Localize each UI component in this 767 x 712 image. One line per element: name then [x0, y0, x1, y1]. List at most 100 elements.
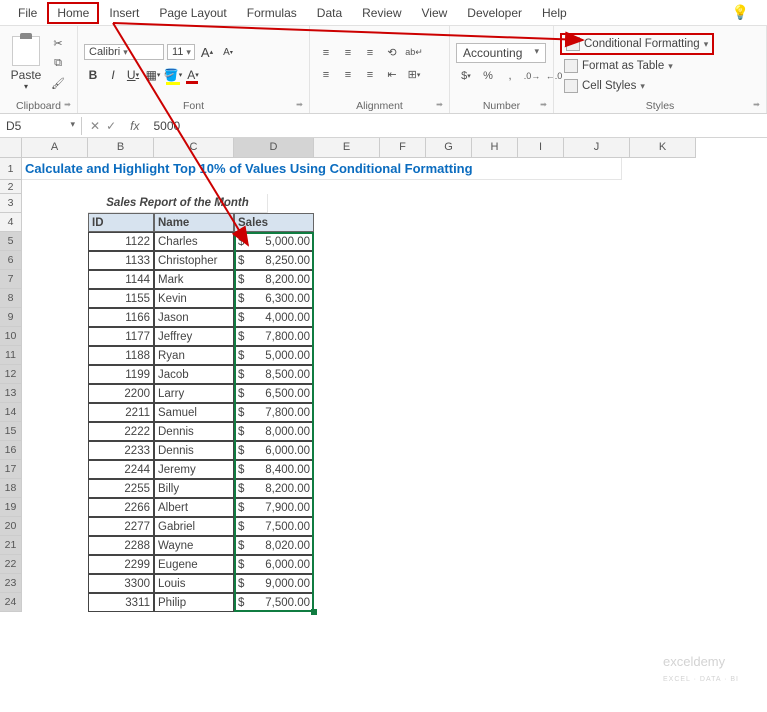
title-cell[interactable]: Calculate and Highlight Top 10% of Value…: [22, 158, 622, 180]
underline-button[interactable]: U▾: [124, 66, 142, 84]
table-cell-id[interactable]: 1122: [88, 232, 154, 251]
row-header[interactable]: 8: [0, 289, 22, 308]
col-header[interactable]: B: [88, 138, 154, 158]
table-cell-name[interactable]: Philip: [154, 593, 234, 612]
italic-button[interactable]: I: [104, 66, 122, 84]
font-name-combo[interactable]: Calibri: [84, 44, 164, 60]
conditional-formatting-button[interactable]: Conditional Formatting: [560, 33, 714, 55]
enter-formula-icon[interactable]: ✓: [106, 119, 116, 133]
table-cell-name[interactable]: Dennis: [154, 441, 234, 460]
font-size-combo[interactable]: 11: [167, 44, 195, 60]
fill-handle[interactable]: [311, 609, 317, 615]
table-cell-sales[interactable]: $7,500.00: [234, 517, 314, 536]
row-header[interactable]: 18: [0, 479, 22, 498]
table-cell-id[interactable]: 2222: [88, 422, 154, 441]
paste-button[interactable]: Paste ▾: [6, 36, 46, 91]
table-cell-name[interactable]: Ryan: [154, 346, 234, 365]
align-left-icon[interactable]: ≡: [316, 66, 336, 84]
increase-font-icon[interactable]: A▴: [198, 43, 216, 61]
tab-home[interactable]: Home: [47, 2, 99, 24]
table-cell-sales[interactable]: $8,000.00: [234, 422, 314, 441]
table-cell-id[interactable]: 2200: [88, 384, 154, 403]
table-cell-name[interactable]: Kevin: [154, 289, 234, 308]
decrease-indent-icon[interactable]: ⇤: [382, 66, 402, 84]
fill-color-button[interactable]: 🪣▾: [164, 66, 182, 84]
col-header[interactable]: F: [380, 138, 426, 158]
row-header[interactable]: 12: [0, 365, 22, 384]
table-cell-sales[interactable]: $8,020.00: [234, 536, 314, 555]
table-cell-name[interactable]: Mark: [154, 270, 234, 289]
table-cell-name[interactable]: Dennis: [154, 422, 234, 441]
table-cell-sales[interactable]: $8,200.00: [234, 479, 314, 498]
table-cell-id[interactable]: 2244: [88, 460, 154, 479]
bold-button[interactable]: B: [84, 66, 102, 84]
row-header[interactable]: 6: [0, 251, 22, 270]
table-cell-name[interactable]: Jason: [154, 308, 234, 327]
table-cell-sales[interactable]: $7,800.00: [234, 403, 314, 422]
table-cell-name[interactable]: Wayne: [154, 536, 234, 555]
table-cell-id[interactable]: 2233: [88, 441, 154, 460]
tab-page-layout[interactable]: Page Layout: [149, 2, 236, 24]
col-header[interactable]: A: [22, 138, 88, 158]
cut-icon[interactable]: ✂: [50, 36, 66, 52]
table-cell-id[interactable]: 2266: [88, 498, 154, 517]
row-header[interactable]: 15: [0, 422, 22, 441]
row-header[interactable]: 1: [0, 158, 22, 180]
cell-styles-button[interactable]: Cell Styles: [560, 77, 714, 95]
tab-file[interactable]: File: [8, 2, 47, 24]
col-header[interactable]: C: [154, 138, 234, 158]
row-header[interactable]: 9: [0, 308, 22, 327]
row-header[interactable]: 4: [0, 213, 22, 232]
orientation-icon[interactable]: ⟲: [382, 44, 402, 62]
row-header[interactable]: 21: [0, 536, 22, 555]
format-as-table-button[interactable]: Format as Table: [560, 57, 714, 75]
col-header[interactable]: J: [564, 138, 630, 158]
table-cell-id[interactable]: 1199: [88, 365, 154, 384]
align-center-icon[interactable]: ≡: [338, 66, 358, 84]
table-cell-id[interactable]: 2255: [88, 479, 154, 498]
border-button[interactable]: ▦▾: [144, 66, 162, 84]
table-cell-sales[interactable]: $9,000.00: [234, 574, 314, 593]
row-header[interactable]: 19: [0, 498, 22, 517]
table-cell-sales[interactable]: $5,000.00: [234, 346, 314, 365]
col-header[interactable]: E: [314, 138, 380, 158]
table-cell-id[interactable]: 1166: [88, 308, 154, 327]
col-header[interactable]: G: [426, 138, 472, 158]
copy-icon[interactable]: ⧉: [50, 56, 66, 72]
table-cell-name[interactable]: Jacob: [154, 365, 234, 384]
name-box[interactable]: D5: [0, 117, 82, 135]
tab-formulas[interactable]: Formulas: [237, 2, 307, 24]
table-cell-name[interactable]: Jeremy: [154, 460, 234, 479]
table-cell-id[interactable]: 2288: [88, 536, 154, 555]
table-cell-name[interactable]: Gabriel: [154, 517, 234, 536]
decrease-font-icon[interactable]: A▾: [219, 43, 237, 61]
row-header[interactable]: 5: [0, 232, 22, 251]
cancel-formula-icon[interactable]: ✕: [90, 119, 100, 133]
table-cell-id[interactable]: 1144: [88, 270, 154, 289]
table-cell-name[interactable]: Eugene: [154, 555, 234, 574]
table-cell-name[interactable]: Billy: [154, 479, 234, 498]
col-header[interactable]: I: [518, 138, 564, 158]
table-cell-id[interactable]: 3300: [88, 574, 154, 593]
col-header[interactable]: K: [630, 138, 696, 158]
table-cell-sales[interactable]: $8,400.00: [234, 460, 314, 479]
font-color-button[interactable]: A▾: [184, 66, 202, 84]
currency-icon[interactable]: $▾: [456, 67, 476, 85]
row-header[interactable]: 10: [0, 327, 22, 346]
wrap-text-icon[interactable]: ab↵: [404, 44, 424, 62]
table-cell-name[interactable]: Larry: [154, 384, 234, 403]
table-cell-id[interactable]: 1133: [88, 251, 154, 270]
row-header[interactable]: 24: [0, 593, 22, 612]
table-cell-id[interactable]: 1155: [88, 289, 154, 308]
row-header[interactable]: 16: [0, 441, 22, 460]
table-cell-sales[interactable]: $7,900.00: [234, 498, 314, 517]
table-cell-name[interactable]: Jeffrey: [154, 327, 234, 346]
table-cell-sales[interactable]: $4,000.00: [234, 308, 314, 327]
col-header[interactable]: H: [472, 138, 518, 158]
row-header[interactable]: 7: [0, 270, 22, 289]
tab-developer[interactable]: Developer: [457, 2, 532, 24]
table-cell-sales[interactable]: $7,800.00: [234, 327, 314, 346]
row-header[interactable]: 13: [0, 384, 22, 403]
table-cell-id[interactable]: 2211: [88, 403, 154, 422]
table-cell-name[interactable]: Charles: [154, 232, 234, 251]
